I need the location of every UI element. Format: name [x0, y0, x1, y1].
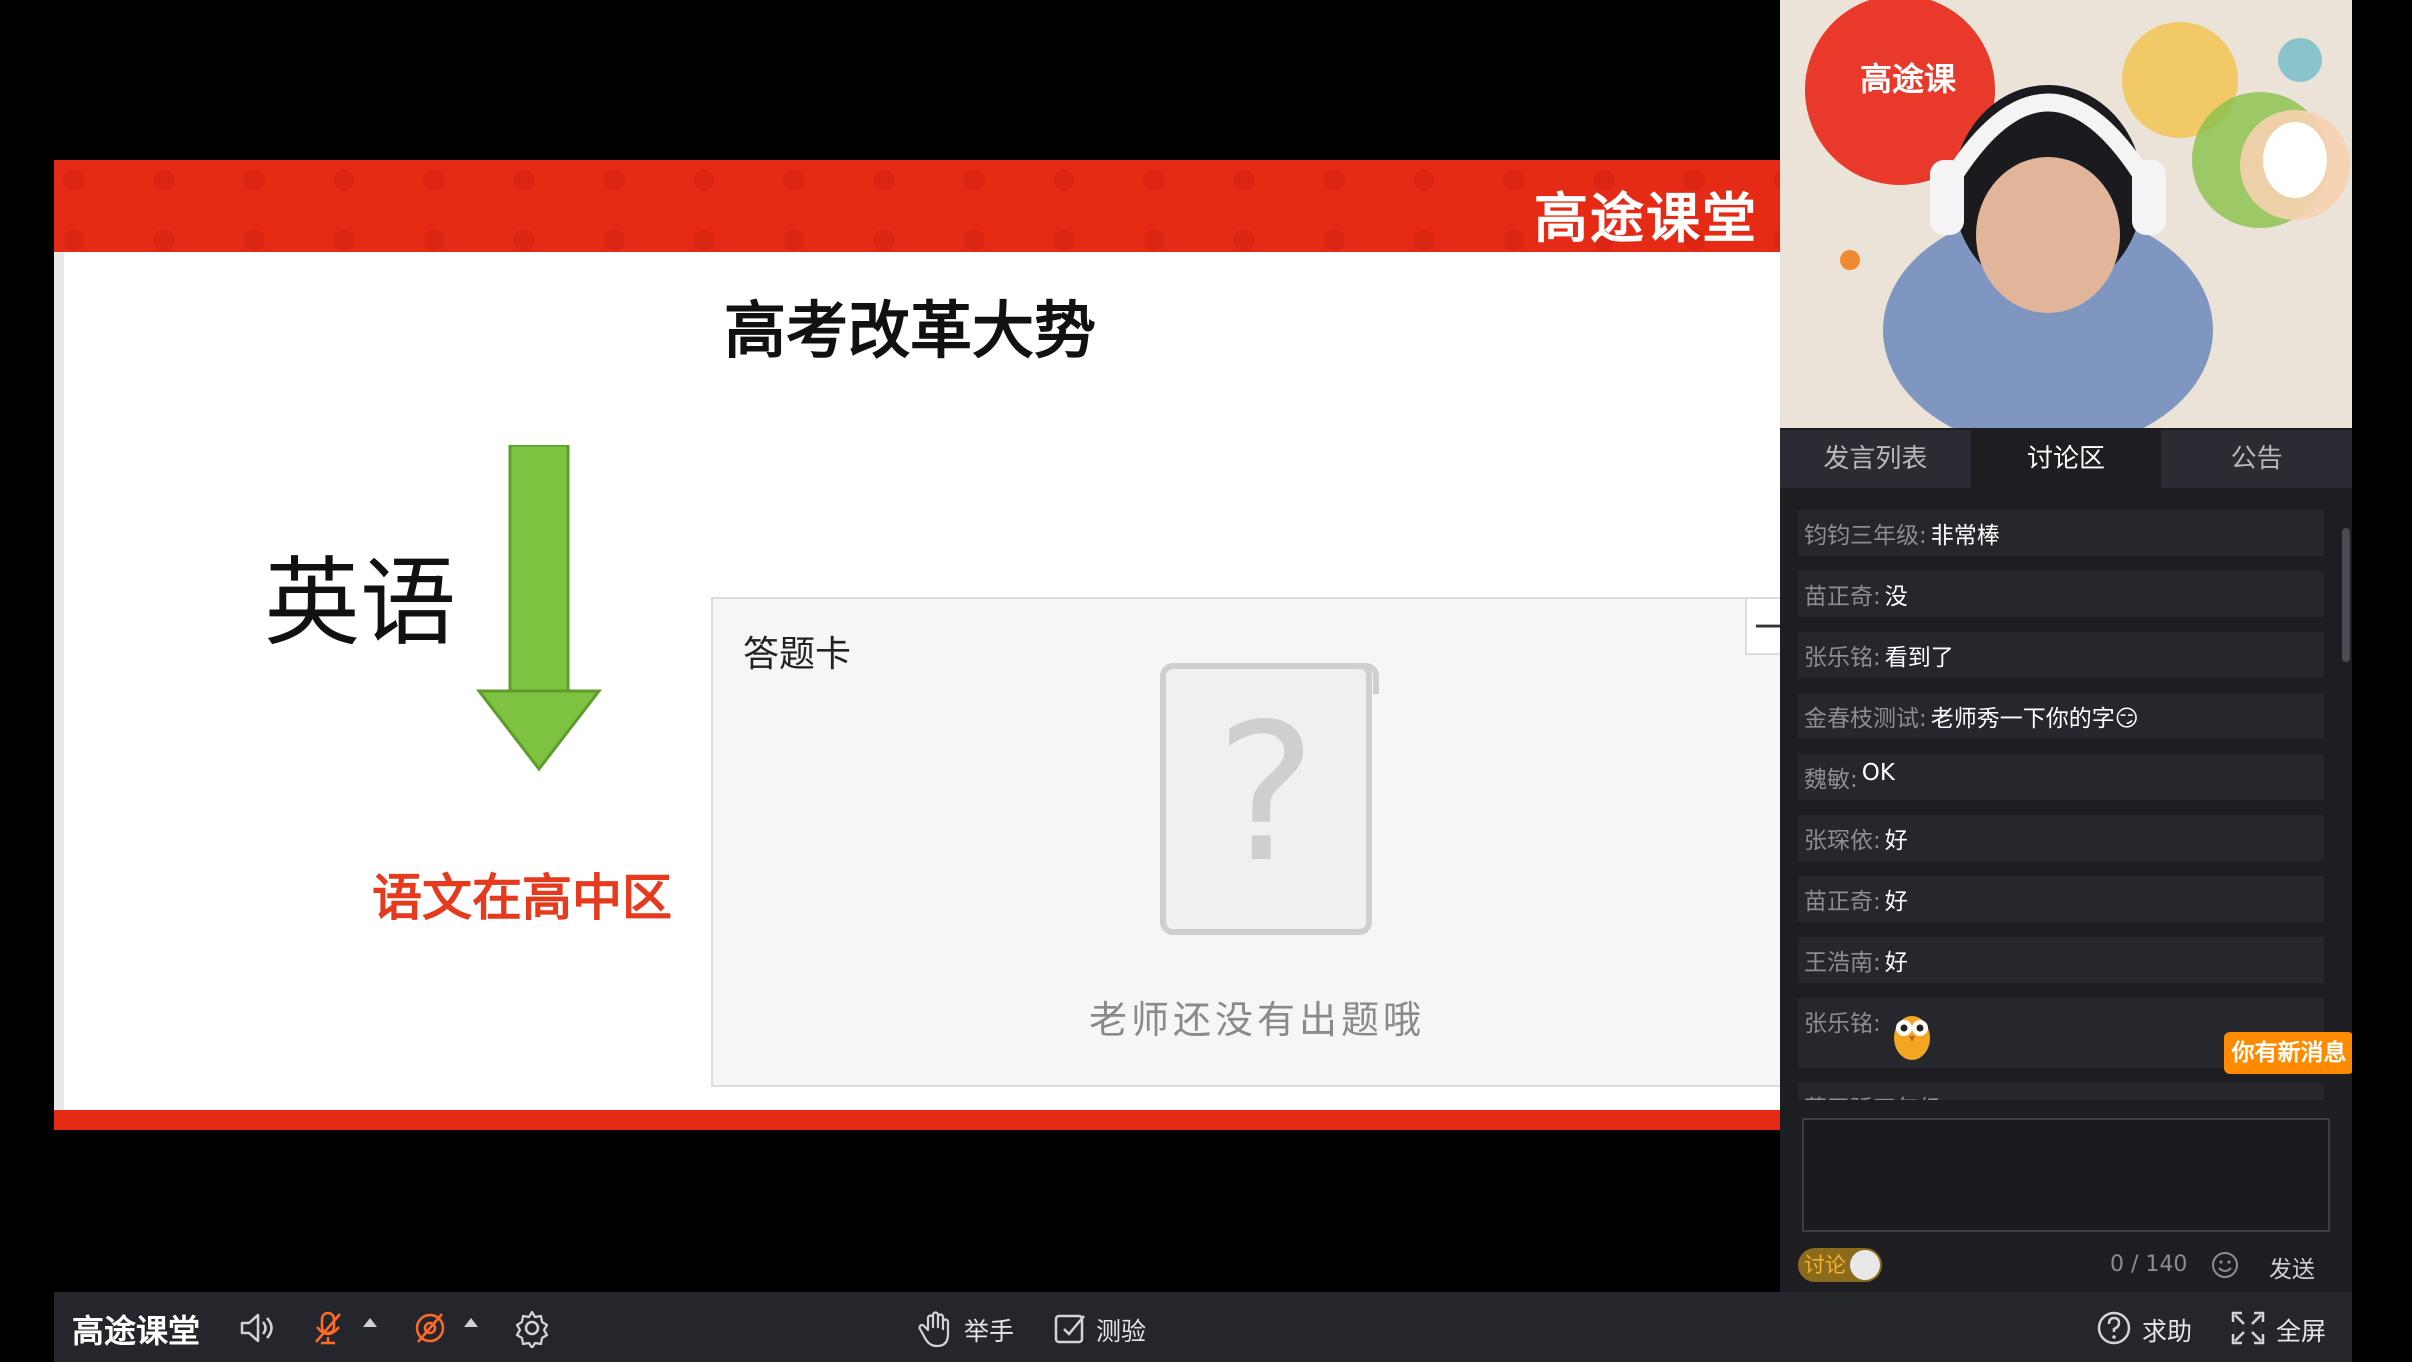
slide-header: 高途课堂	[54, 160, 1780, 252]
answer-card-panel: 答题卡 — ? 老师还没有出题哦	[711, 597, 1780, 1087]
answer-card-empty-message: 老师还没有出题哦	[1088, 998, 1425, 1042]
toggle-knob	[1850, 1250, 1880, 1280]
message-text: 好	[1884, 828, 1908, 854]
help-icon[interactable]	[2094, 1308, 2134, 1348]
fullscreen-label[interactable]: 全屏	[2276, 1312, 2326, 1348]
message-sender: 钧钧三年级:	[1804, 523, 1927, 549]
list-item: 王浩南: 好	[1798, 937, 2324, 983]
speaker-icon[interactable]	[236, 1308, 276, 1348]
fullscreen-icon[interactable]	[2228, 1308, 2268, 1348]
quiz-label[interactable]: 测验	[1096, 1312, 1146, 1348]
camera-off-icon[interactable]	[410, 1308, 450, 1348]
gear-icon[interactable]	[512, 1308, 552, 1348]
slide-left-bar	[54, 252, 64, 1122]
minimize-button[interactable]: —	[1745, 599, 1780, 655]
mic-off-icon[interactable]	[308, 1308, 348, 1348]
help-label[interactable]: 求助	[2142, 1312, 2192, 1348]
bottom-toolbar: 高途课堂 举手 测验 求助 全屏	[54, 1292, 2352, 1362]
list-item: 苗正奇: 好	[1798, 876, 2324, 922]
tab-speaker-list[interactable]: 发言列表	[1780, 430, 1971, 488]
video-brand-text: 高途课	[1860, 60, 1957, 98]
slide-title: 高考改革大势	[724, 294, 1097, 367]
tab-discussion[interactable]: 讨论区	[1970, 430, 2162, 488]
list-item: 张乐铭: 看到了	[1798, 632, 2324, 678]
svg-text:?: ?	[1216, 683, 1317, 904]
chat-input[interactable]	[1802, 1118, 2330, 1232]
list-item: 金春枝测试: 老师秀一下你的字😏	[1798, 693, 2324, 739]
list-item: 钧钧三年级: 非常棒	[1798, 510, 2324, 556]
discussion-toggle[interactable]: 讨论	[1798, 1248, 1882, 1282]
message-text: 没	[1884, 584, 1908, 610]
message-sender: 张琛依:	[1804, 828, 1881, 854]
list-item: 苗正奇: 没	[1798, 571, 2324, 617]
slide-word: 英语	[264, 547, 456, 659]
char-counter: 0 / 140	[2110, 1252, 2188, 1277]
message-sender: 苗正奇:	[1804, 889, 1881, 915]
teacher-video: 高途课	[1780, 0, 2352, 428]
emoji-icon[interactable]	[2210, 1250, 2240, 1280]
message-text: 好	[1884, 889, 1908, 915]
slide: 高途课堂 高考改革大势 英语 语文在高中区 答题卡 — ? 老师还没有出题哦	[54, 160, 1780, 1130]
list-item: 张琛依: 好	[1798, 815, 2324, 861]
message-sender: 蔡天骄四年级:	[1804, 1089, 1950, 1100]
toolbar-brand: 高途课堂	[72, 1312, 201, 1350]
mic-options-caret-icon[interactable]	[363, 1318, 377, 1327]
message-text: 非常棒	[1930, 523, 2000, 549]
empty-question-icon: ?	[1160, 663, 1379, 935]
message-sender: 魏敏:	[1804, 767, 1858, 793]
message-sender: 金春枝测试:	[1804, 706, 1927, 732]
message-text: 看到了	[1884, 645, 1954, 671]
message-text: 老师秀一下你的字😏	[1930, 706, 2139, 732]
quiz-icon[interactable]	[1050, 1308, 1090, 1348]
slide-red-text: 语文在高中区	[372, 869, 672, 927]
tab-announcement[interactable]: 公告	[2161, 430, 2352, 488]
slide-bottom-bar	[54, 1110, 1780, 1130]
camera-options-caret-icon[interactable]	[464, 1318, 478, 1327]
answer-card-title: 答题卡	[743, 634, 852, 675]
list-item: 蔡天骄四年级:	[1798, 1083, 2324, 1100]
discussion-toggle-label: 讨论	[1804, 1253, 1846, 1277]
list-item: 魏敏: OK	[1798, 754, 2324, 800]
down-arrow-graphic	[475, 445, 603, 772]
message-sender: 苗正奇:	[1804, 584, 1881, 610]
message-scrollbar[interactable]	[2342, 528, 2350, 662]
message-sender: 张乐铭:	[1804, 1011, 1881, 1037]
presentation-stage: 高途课堂 高考改革大势 英语 语文在高中区 答题卡 — ? 老师还没有出题哦	[0, 0, 1780, 1292]
window-edge	[2352, 0, 2412, 1362]
message-sender: 王浩南:	[1804, 950, 1881, 976]
new-message-badge[interactable]: 你有新消息	[2224, 1032, 2354, 1074]
slide-header-pattern	[54, 160, 1780, 252]
message-sender: 张乐铭:	[1804, 645, 1881, 671]
raise-hand-label[interactable]: 举手	[964, 1312, 1014, 1348]
chat-tabs: 发言列表 讨论区 公告	[1780, 430, 2352, 488]
message-text: 好	[1884, 950, 1908, 976]
slide-brand: 高途课堂	[1534, 187, 1758, 250]
sidebar: 高途课 发言列表 讨论区 公告 钧钧三年级: 非常棒 苗正奇: 没 张乐铭: 看…	[1780, 0, 2354, 1292]
message-text: OK	[1861, 760, 1895, 786]
send-button[interactable]: 发送	[2269, 1250, 2315, 1284]
message-list: 钧钧三年级: 非常棒 苗正奇: 没 张乐铭: 看到了 金春枝测试: 老师秀一下你…	[1798, 510, 2324, 1100]
raise-hand-icon[interactable]	[916, 1308, 956, 1348]
owl-sticker-icon	[1893, 1016, 1930, 1060]
teacher-video-frame: 高途课	[1780, 0, 2352, 428]
